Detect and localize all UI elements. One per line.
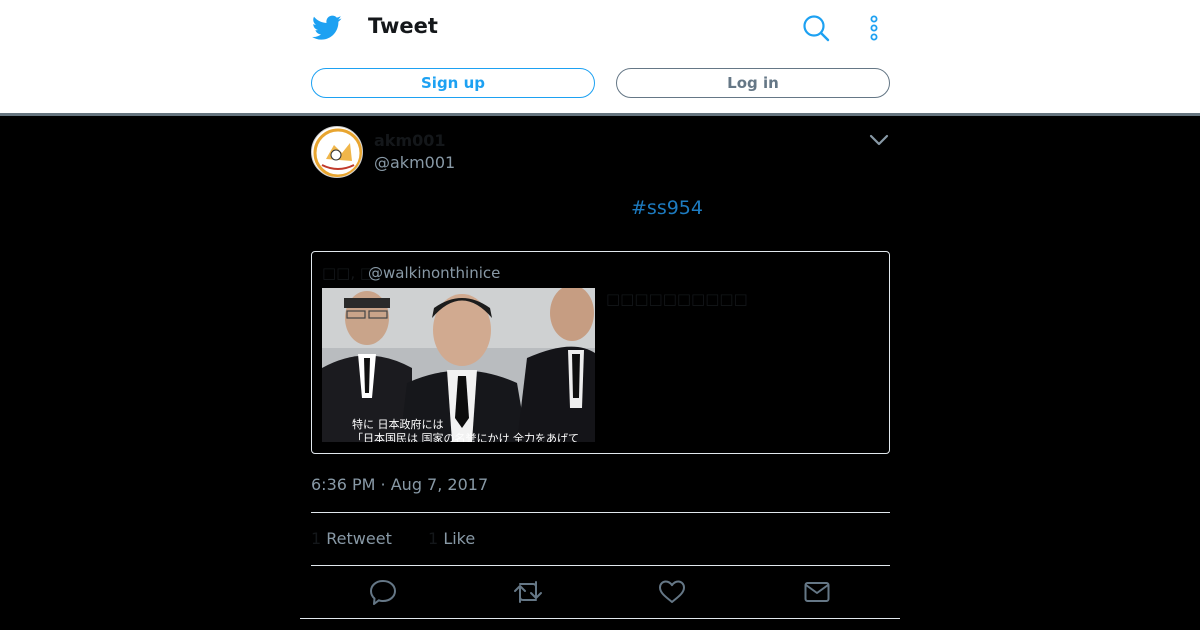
retweet-count-number: 1	[311, 529, 322, 548]
retweet-count-label: Retweet	[326, 529, 392, 548]
header-divider	[0, 113, 1200, 116]
quoted-screen-name: @walkinonthinice	[368, 264, 501, 282]
like-icon[interactable]	[658, 578, 686, 606]
like-count-label: Like	[443, 529, 476, 548]
retweet-icon[interactable]	[513, 578, 543, 606]
like-count-number: 1	[428, 529, 439, 548]
hashtag-link[interactable]: #ss954	[631, 197, 703, 219]
screen-name[interactable]: @akm001	[374, 153, 455, 172]
chevron-down-icon[interactable]	[868, 132, 890, 148]
reply-icon[interactable]	[369, 578, 397, 606]
quoted-photo[interactable]: 特に 日本政府には 「日本国民は 国家の名誉にかけ 全力をあげて	[322, 288, 595, 442]
display-name[interactable]: akm001	[374, 131, 446, 150]
like-count[interactable]: 1 Like	[428, 529, 475, 548]
photo-caption-line2: 「日本国民は 国家の名誉にかけ 全力をあげて	[352, 431, 579, 442]
divider	[311, 565, 890, 566]
photo-caption-line1: 特に 日本政府には	[352, 417, 444, 431]
quoted-tweet-text: □□□□□□□□□□	[606, 290, 748, 308]
search-icon[interactable]	[802, 14, 830, 42]
quoted-display-name: □□, □	[322, 264, 375, 282]
share-icon[interactable]	[803, 578, 831, 606]
quoted-tweet-card[interactable]: □□, □ @walkinonthinice 特に 日本政府には 「日本国民は …	[311, 251, 890, 454]
twitter-bird-icon[interactable]	[312, 14, 342, 42]
more-icon[interactable]	[866, 14, 882, 42]
tweet-stats: 1 Retweet 1 Like	[311, 529, 475, 548]
log-in-button[interactable]: Log in	[616, 68, 890, 98]
photo-image: 特に 日本政府には 「日本国民は 国家の名誉にかけ 全力をあげて	[322, 288, 595, 442]
sign-up-button[interactable]: Sign up	[311, 68, 595, 98]
avatar[interactable]	[311, 126, 363, 178]
avatar-image	[313, 128, 362, 177]
top-bar: Tweet Sign up Log in	[0, 0, 1200, 113]
divider	[311, 512, 890, 513]
bottom-divider	[300, 618, 900, 619]
retweet-count[interactable]: 1 Retweet	[311, 529, 392, 548]
tweet-timestamp[interactable]: 6:36 PM · Aug 7, 2017	[311, 475, 488, 494]
page-title: Tweet	[368, 14, 438, 38]
